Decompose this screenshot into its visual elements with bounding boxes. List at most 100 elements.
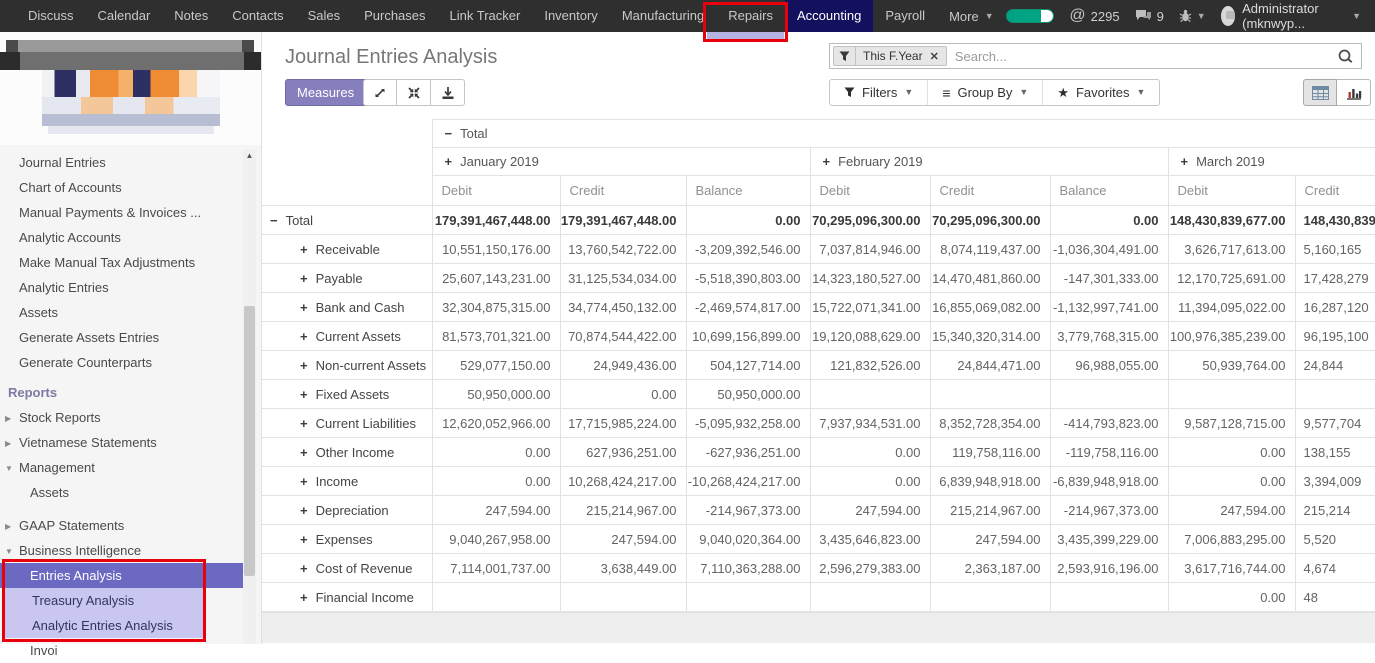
graph-view-button[interactable] xyxy=(1337,79,1371,106)
search-input[interactable] xyxy=(947,49,1338,64)
nav-item-accounting[interactable]: Accounting xyxy=(785,0,873,32)
sidebar-item-vietnamese-statements[interactable]: ▶Vietnamese Statements xyxy=(0,430,261,455)
col-group-march-2019[interactable]: +March 2019 xyxy=(1168,148,1375,176)
nav-item-notes[interactable]: Notes xyxy=(162,0,220,32)
measure-header-debit[interactable]: Debit xyxy=(432,176,560,206)
measure-header-debit[interactable]: Debit xyxy=(1168,176,1295,206)
groupby-button[interactable]: ≡ Group By ▼ xyxy=(927,80,1042,105)
col-group-february-2019[interactable]: +February 2019 xyxy=(810,148,1168,176)
facet-remove-icon[interactable]: ✕ xyxy=(930,50,946,63)
sidebar-item-entries-analysis[interactable]: Entries Analysis xyxy=(0,563,245,588)
col-header-total[interactable]: −Total xyxy=(432,120,1375,148)
nav-item-calendar[interactable]: Calendar xyxy=(86,0,163,32)
sidebar-item-stock-reports[interactable]: ▶Stock Reports xyxy=(0,405,261,430)
expand-icon[interactable]: + xyxy=(300,416,308,431)
expand-icon[interactable]: + xyxy=(445,154,453,169)
sidebar-item-assets[interactable]: Assets xyxy=(0,480,261,505)
scrollbar-thumb[interactable] xyxy=(244,306,255,576)
sidebar-scrollbar[interactable]: ▲ xyxy=(243,150,256,644)
expand-icon[interactable]: + xyxy=(300,532,308,547)
sidebar-item-analytic-entries-analysis[interactable]: Analytic Entries Analysis xyxy=(2,613,204,638)
nav-item-repairs[interactable]: Repairs xyxy=(716,0,785,32)
pivot-view-button[interactable] xyxy=(1303,79,1337,106)
sidebar-item-invoi[interactable]: Invoi xyxy=(0,638,261,663)
sidebar-item-gaap-statements[interactable]: ▶GAAP Statements xyxy=(0,513,261,538)
sidebar-item-treasury-analysis[interactable]: Treasury Analysis xyxy=(2,588,204,613)
favorites-button[interactable]: ★ Favorites ▼ xyxy=(1042,80,1159,105)
sidebar-item-analytic-entries[interactable]: Analytic Entries xyxy=(0,275,261,300)
debug-menu[interactable]: ▼ xyxy=(1179,9,1206,23)
collapse-icon[interactable]: − xyxy=(445,126,453,141)
expand-icon[interactable]: + xyxy=(300,503,308,518)
nav-item-purchases[interactable]: Purchases xyxy=(352,0,437,32)
row-header-depreciation[interactable]: +Depreciation xyxy=(262,496,432,525)
sidebar-item-assets[interactable]: Assets xyxy=(0,300,261,325)
expand-icon[interactable]: + xyxy=(300,271,308,286)
row-header-payable[interactable]: +Payable xyxy=(262,264,432,293)
expand-icon[interactable]: + xyxy=(823,154,831,169)
row-header-cost-of-revenue[interactable]: +Cost of Revenue xyxy=(262,554,432,583)
sidebar-item-manual-payments-invoices[interactable]: Manual Payments & Invoices ... xyxy=(0,200,261,225)
expand-icon[interactable]: + xyxy=(300,445,308,460)
expand-icon[interactable]: + xyxy=(300,300,308,315)
measure-header-credit[interactable]: Credit xyxy=(1295,176,1375,206)
row-header-expenses[interactable]: +Expenses xyxy=(262,525,432,554)
row-header-receivable[interactable]: +Receivable xyxy=(262,235,432,264)
chevron-down-icon[interactable]: ▼ xyxy=(5,456,19,481)
measure-header-debit[interactable]: Debit xyxy=(810,176,930,206)
download-button[interactable] xyxy=(431,79,465,106)
nav-item-payroll[interactable]: Payroll xyxy=(873,0,937,32)
sidebar-item-journal-entries[interactable]: Journal Entries xyxy=(0,150,261,175)
col-group-january-2019[interactable]: +January 2019 xyxy=(432,148,810,176)
nav-item-more[interactable]: More ▼ xyxy=(937,9,1006,24)
row-header-bank-and-cash[interactable]: +Bank and Cash xyxy=(262,293,432,322)
sidebar-item-analytic-accounts[interactable]: Analytic Accounts xyxy=(0,225,261,250)
expand-icon[interactable]: + xyxy=(300,561,308,576)
expand-icon[interactable]: + xyxy=(300,590,308,605)
row-header-fixed-assets[interactable]: +Fixed Assets xyxy=(262,380,432,409)
expand-icon[interactable]: + xyxy=(300,358,308,373)
sidebar-item-management[interactable]: ▼Management xyxy=(0,455,261,480)
row-header-non-current-assets[interactable]: +Non-current Assets xyxy=(262,351,432,380)
sidebar-item-generate-counterparts[interactable]: Generate Counterparts xyxy=(0,350,261,375)
sidebar-item-make-manual-tax-adjustments[interactable]: Make Manual Tax Adjustments xyxy=(0,250,261,275)
filters-button[interactable]: Filters ▼ xyxy=(830,80,927,105)
chevron-down-icon[interactable]: ▼ xyxy=(5,539,19,564)
mentions-counter[interactable]: @ 2295 xyxy=(1069,7,1119,25)
search-icon[interactable] xyxy=(1338,49,1353,64)
expand-icon[interactable]: + xyxy=(300,474,308,489)
measure-header-balance[interactable]: Balance xyxy=(686,176,810,206)
nav-item-discuss[interactable]: Discuss xyxy=(16,0,86,32)
messages-counter[interactable]: 9 xyxy=(1135,9,1164,24)
search-bar[interactable]: This F.Year ✕ xyxy=(829,43,1362,69)
nav-item-contacts[interactable]: Contacts xyxy=(220,0,295,32)
row-header-financial-income[interactable]: +Financial Income xyxy=(262,583,432,612)
chevron-right-icon[interactable]: ▶ xyxy=(5,431,19,456)
expand-icon[interactable]: + xyxy=(300,242,308,257)
flip-axis-button[interactable] xyxy=(397,79,431,106)
collapse-icon[interactable]: − xyxy=(270,213,278,228)
row-header-current-assets[interactable]: +Current Assets xyxy=(262,322,432,351)
nav-item-inventory[interactable]: Inventory xyxy=(532,0,609,32)
nav-item-link-tracker[interactable]: Link Tracker xyxy=(438,0,533,32)
sidebar-item-generate-assets-entries[interactable]: Generate Assets Entries xyxy=(0,325,261,350)
measure-header-credit[interactable]: Credit xyxy=(930,176,1050,206)
nav-item-manufacturing[interactable]: Manufacturing xyxy=(610,0,716,32)
expand-icon[interactable]: + xyxy=(300,329,308,344)
nav-item-sales[interactable]: Sales xyxy=(296,0,353,32)
scroll-up-icon[interactable]: ▲ xyxy=(243,150,256,162)
row-header-other-income[interactable]: +Other Income xyxy=(262,438,432,467)
expand-icon[interactable]: + xyxy=(1181,154,1189,169)
chevron-right-icon[interactable]: ▶ xyxy=(5,406,19,431)
expand-all-button[interactable] xyxy=(363,79,397,106)
row-header-income[interactable]: +Income xyxy=(262,467,432,496)
measure-header-balance[interactable]: Balance xyxy=(1050,176,1168,206)
measure-header-credit[interactable]: Credit xyxy=(560,176,686,206)
row-header-total[interactable]: −Total xyxy=(262,206,432,235)
row-header-current-liabilities[interactable]: +Current Liabilities xyxy=(262,409,432,438)
sidebar-item-business-intelligence[interactable]: ▼Business Intelligence xyxy=(0,538,261,563)
sidebar-item-chart-of-accounts[interactable]: Chart of Accounts xyxy=(0,175,261,200)
expand-icon[interactable]: + xyxy=(300,387,308,402)
user-menu[interactable]: Administrator (mknwyp... ▼ xyxy=(1221,1,1361,31)
chevron-right-icon[interactable]: ▶ xyxy=(5,514,19,539)
